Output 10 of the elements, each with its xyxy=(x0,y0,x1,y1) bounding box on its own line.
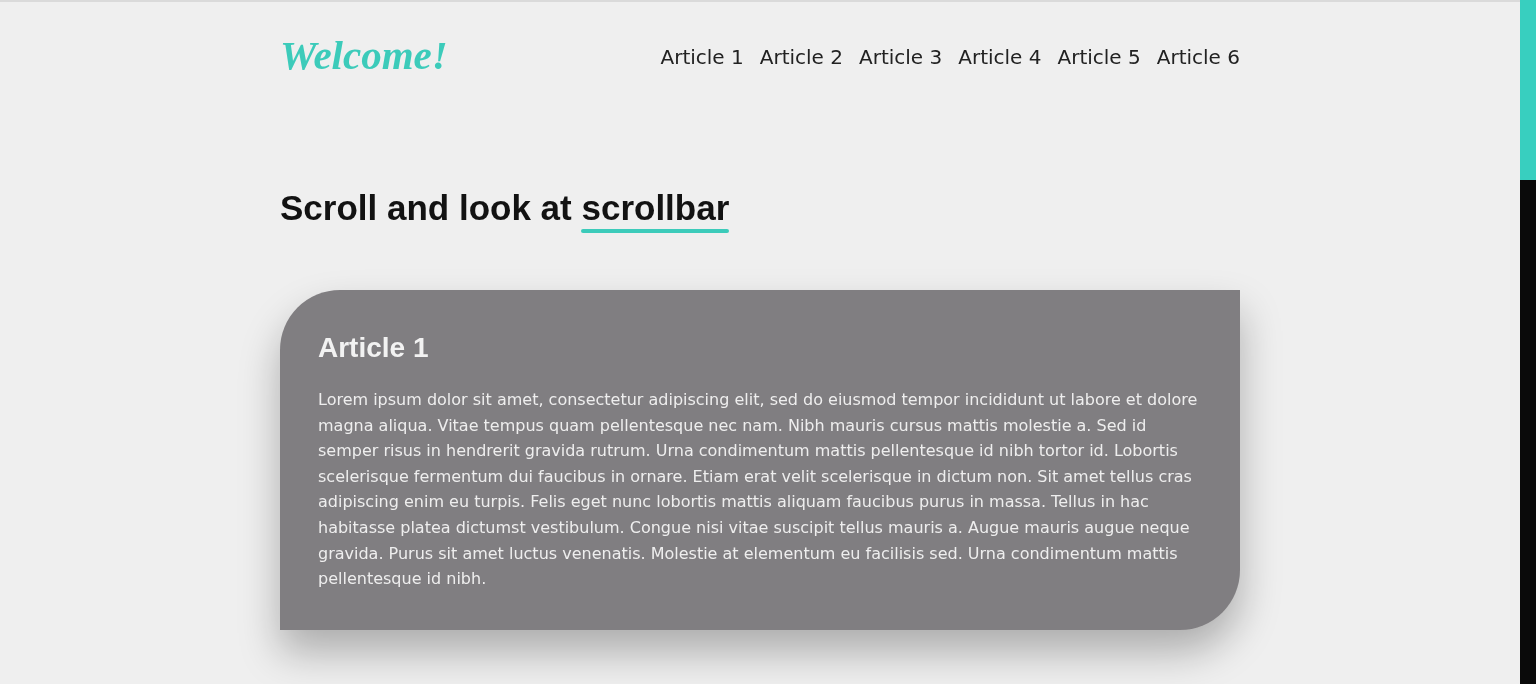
nav-link[interactable]: Article 3 xyxy=(859,43,943,71)
nav-link[interactable]: Article 1 xyxy=(660,43,744,71)
scrollbar-thumb[interactable] xyxy=(1520,0,1536,180)
nav-link[interactable]: Article 4 xyxy=(958,43,1042,71)
article-title: Article 1 xyxy=(318,332,430,364)
nav-link[interactable]: Article 2 xyxy=(759,43,843,71)
nav-link[interactable]: Article 5 xyxy=(1057,43,1141,71)
nav-link[interactable]: Article 6 xyxy=(1156,43,1240,71)
page-heading: Scroll and look at scrollbar xyxy=(280,188,1240,234)
article-body: Lorem ipsum dolor sit amet, consectetur adipiscing elit, sed do eiusmod tempor incididunt ut labore et dolore magna aliqua. Vitae tempus quam pellentesque nec nam. Nibh mauris cursus mattis molestie a. Sed id semper risus in hendrerit gravida rutrum. Urna condimentum mattis pellentesque id nibh tortor id. Lobortis scelerisque fermentum dui faucibus in ornare. Etiam erat velit scelerisque in dictum non. Sit amet tellus cras adipiscing enim eu turpis. Felis eget nunc lobortis mattis aliquam faucibus purus in massa. Tellus in hac habitasse platea dictumst vestibulum. Congue nisi vitae suscipit tellus mauris a. Augue mauris augue neque gravida. Purus sit amet luctus venenatis. Molestie at elementum eu facilisis sed. Urna condimentum mattis pellentesque id nibh. xyxy=(318,389,1199,591)
